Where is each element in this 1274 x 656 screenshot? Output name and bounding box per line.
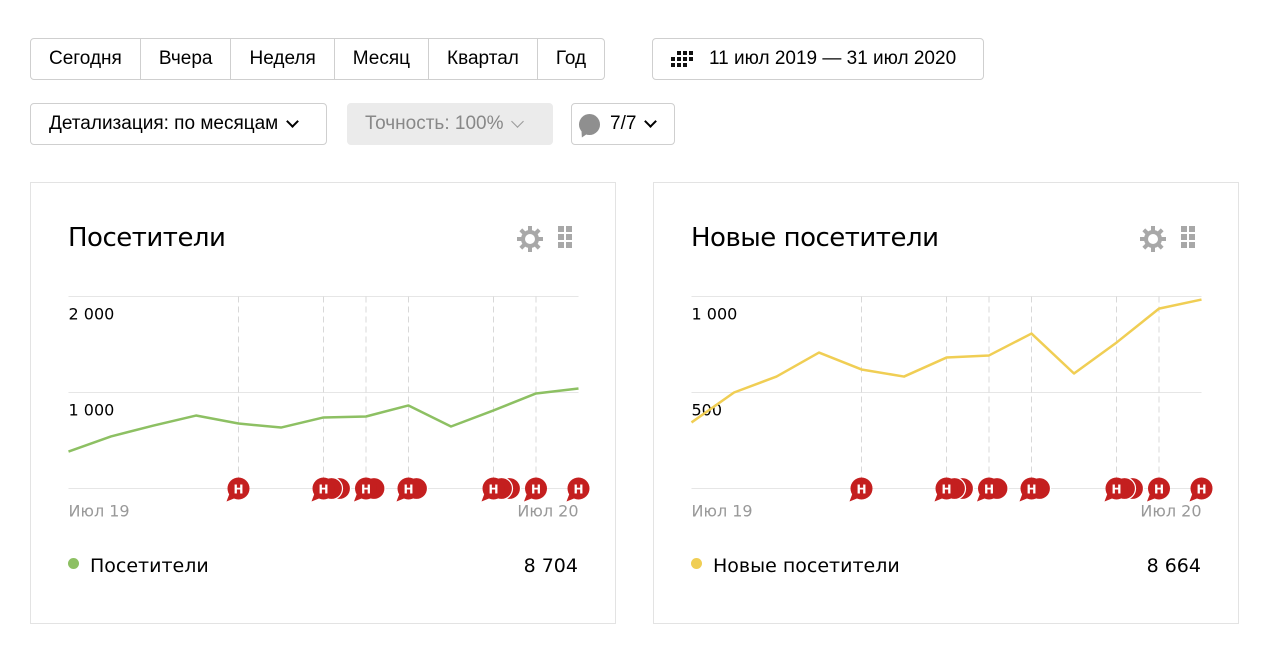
date-range-label: 11 июл 2019 — 31 июл 2020 [709,48,957,69]
period-quarter-button[interactable]: Квартал [429,39,538,79]
note-glyph: Н [941,483,951,497]
annotation-marker[interactable]: Н [1019,476,1052,502]
visitors-widget: Посетители 1 000 2 000 Июл 19 Июл 20 Н Н Н Н Н Н Н… [30,182,616,624]
x-tick-label: Июл 19 [692,502,753,521]
note-glyph: Н [1196,483,1206,497]
new-visitors-widget: Новые посетители 500 1 000 Июл 19 Июл 20 Н Н Н… [653,182,1239,624]
note-glyph: Н [573,483,583,497]
annotation-marker[interactable]: Н [354,476,386,502]
annotation-marker[interactable]: Н [311,476,352,502]
legend-label: Новые посетители [713,555,900,577]
total-value: 8 704 [523,555,578,577]
annotation-marker[interactable]: Н [226,477,250,502]
note-glyph: Н [1111,483,1121,497]
chevron-down-icon [644,114,658,128]
notes-dropdown[interactable]: 7/7 [571,103,675,145]
note-glyph: Н [318,483,328,497]
x-tick-label: Июл 20 [517,502,578,521]
legend-label: Посетители [90,555,209,577]
annotation-marker[interactable]: Н [396,476,429,502]
x-tick-label: Июл 20 [1140,502,1201,521]
annotation-marker[interactable]: Н [524,477,547,502]
annotation-marker[interactable]: Н [566,477,590,502]
accuracy-label: Точность: 100% [365,113,504,134]
note-glyph: Н [1026,483,1036,497]
note-glyph: Н [488,483,498,497]
annotation-marker[interactable]: Н [849,477,873,502]
annotation-marker[interactable]: Н [977,476,1009,502]
y-tick-label: 2 000 [69,305,115,324]
period-today-button[interactable]: Сегодня [31,39,141,79]
legend-dot [68,557,79,569]
legend-dot [691,557,702,569]
new-visitors-chart: 5001 000Июл 19 Июл 20Н Н Н Н Н Н Н [690,296,1213,521]
note-glyph: Н [531,483,541,497]
annotation-marker[interactable]: Н [481,476,522,502]
annotation-marker[interactable]: Н [934,476,975,502]
annotation-marker[interactable]: Н [1104,476,1145,502]
note-glyph: Н [403,483,413,497]
period-selector: Сегодня Вчера Неделя Месяц Квартал Год [30,38,606,80]
period-month-button[interactable]: Месяц [335,39,430,79]
chevron-down-icon [511,114,525,128]
date-range-button[interactable]: 11 июл 2019 — 31 июл 2020 [652,38,984,80]
period-yesterday-button[interactable]: Вчера [141,39,232,79]
y-tick-label: 1 000 [69,401,115,420]
note-glyph: Н [361,483,371,497]
y-tick-label: 1 000 [692,305,738,324]
x-tick-label: Июл 19 [69,502,130,521]
accuracy-dropdown[interactable]: Точность: 100% [347,103,553,145]
detail-label: Детализация: по месяцам [49,113,279,134]
chevron-down-icon [286,114,300,128]
period-year-button[interactable]: Год [538,39,604,79]
comment-bubble-icon [579,113,600,135]
note-glyph: Н [856,483,866,497]
note-glyph: Н [1154,483,1164,497]
legend-item: Посетители [68,555,209,577]
notes-label: 7/7 [610,113,637,134]
legend-item: Новые посетители [691,555,900,577]
detail-dropdown[interactable]: Детализация: по месяцам [30,103,327,145]
note-glyph: Н [984,483,994,497]
annotation-marker[interactable]: Н [1189,477,1213,502]
annotation-marker[interactable]: Н [1147,477,1170,502]
period-week-button[interactable]: Неделя [231,39,335,79]
note-glyph: Н [233,483,243,497]
calendar-icon [671,51,693,67]
total-value: 8 664 [1146,555,1201,577]
visitors-chart: 1 000 2 000 Июл 19 Июл 20 Н Н Н Н Н Н Н [68,296,590,521]
